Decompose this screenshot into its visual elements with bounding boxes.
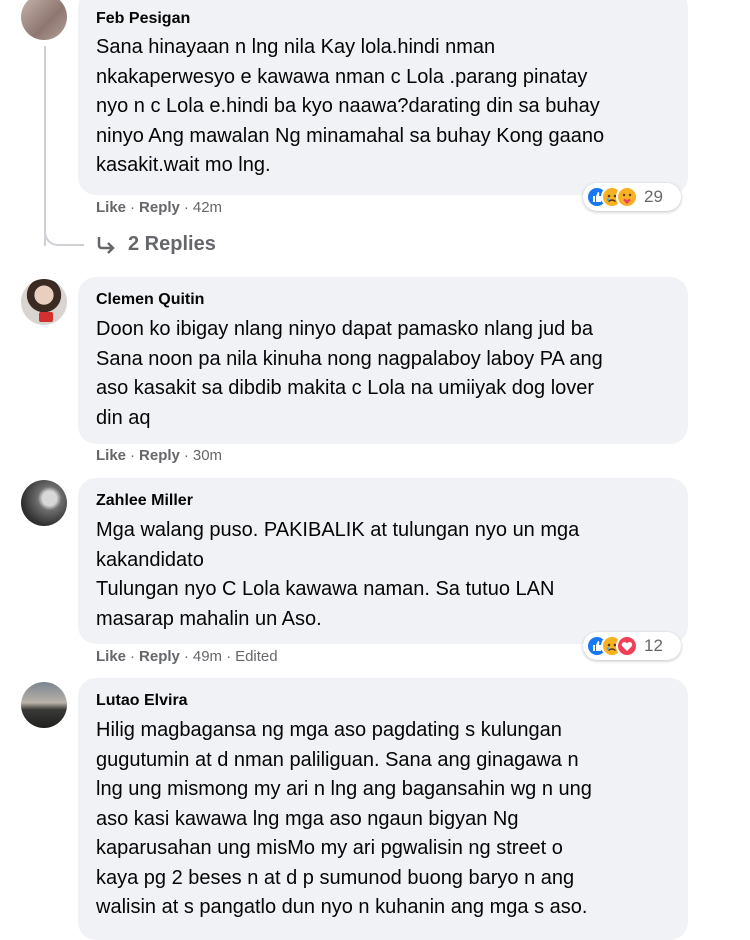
separator: · (183, 199, 189, 216)
comment-actions: Like · Reply · 42m (96, 199, 222, 216)
comment-bubble: Feb Pesigan Sana hinayaan n lng nila Kay… (78, 0, 688, 195)
thread-connector (44, 196, 84, 246)
comment-bubble: Zahlee Miller Mga walang puso. PAKIBALIK… (78, 478, 688, 644)
care-icon (616, 186, 638, 208)
comment-text: Doon ko ibigay nlang ninyo dapat pamasko… (96, 318, 603, 429)
like-button[interactable]: Like (96, 648, 126, 665)
comment-author[interactable]: Clemen Quitin (96, 291, 204, 309)
separator: · (183, 447, 189, 464)
comment-author[interactable]: Zahlee Miller (96, 492, 193, 510)
reply-button[interactable]: Reply (139, 648, 180, 665)
reaction-summary[interactable]: 12 (583, 632, 681, 660)
avatar[interactable] (21, 682, 67, 728)
comment-text: Hilig magbagansa ng mga aso pagdating s … (96, 719, 592, 918)
comment-bubble: Lutao Elvira Hilig magbagansa ng mga aso… (78, 678, 688, 940)
comment-bubble: Clemen Quitin Doon ko ibigay nlang ninyo… (78, 277, 688, 444)
comment-actions: Like · Reply · 30m (96, 447, 222, 464)
reaction-count: 29 (644, 187, 663, 206)
reply-arrow-icon (97, 236, 115, 254)
separator: · (130, 648, 136, 665)
comment-author[interactable]: Lutao Elvira (96, 692, 188, 710)
avatar[interactable] (21, 279, 67, 325)
reaction-count: 12 (644, 636, 663, 655)
reply-button[interactable]: Reply (139, 447, 180, 464)
separator: · (183, 648, 189, 665)
comment-actions: Like · Reply · 49m · Edited (96, 648, 278, 665)
comment-timestamp[interactable]: 42m (193, 199, 222, 216)
comment-text: Mga walang puso. PAKIBALIK at tulungan n… (96, 519, 580, 630)
comment-author[interactable]: Feb Pesigan (96, 10, 190, 28)
like-button[interactable]: Like (96, 199, 126, 216)
avatar[interactable] (21, 0, 67, 40)
reply-button[interactable]: Reply (139, 199, 180, 216)
separator: · (130, 199, 136, 216)
avatar-badge (39, 312, 53, 322)
avatar[interactable] (21, 480, 67, 526)
comment-timestamp[interactable]: 49m (193, 648, 222, 665)
view-replies-button[interactable]: 2 Replies (96, 233, 216, 256)
separator: · (226, 648, 232, 665)
love-icon (616, 635, 638, 657)
edited-label[interactable]: Edited (235, 648, 278, 665)
comment-text: Sana hinayaan n lng nila Kay lola.hindi … (96, 36, 605, 176)
reaction-summary[interactable]: 29 (583, 183, 681, 211)
replies-label: 2 Replies (128, 233, 216, 255)
comment-timestamp[interactable]: 30m (193, 447, 222, 464)
separator: · (130, 447, 136, 464)
like-button[interactable]: Like (96, 447, 126, 464)
